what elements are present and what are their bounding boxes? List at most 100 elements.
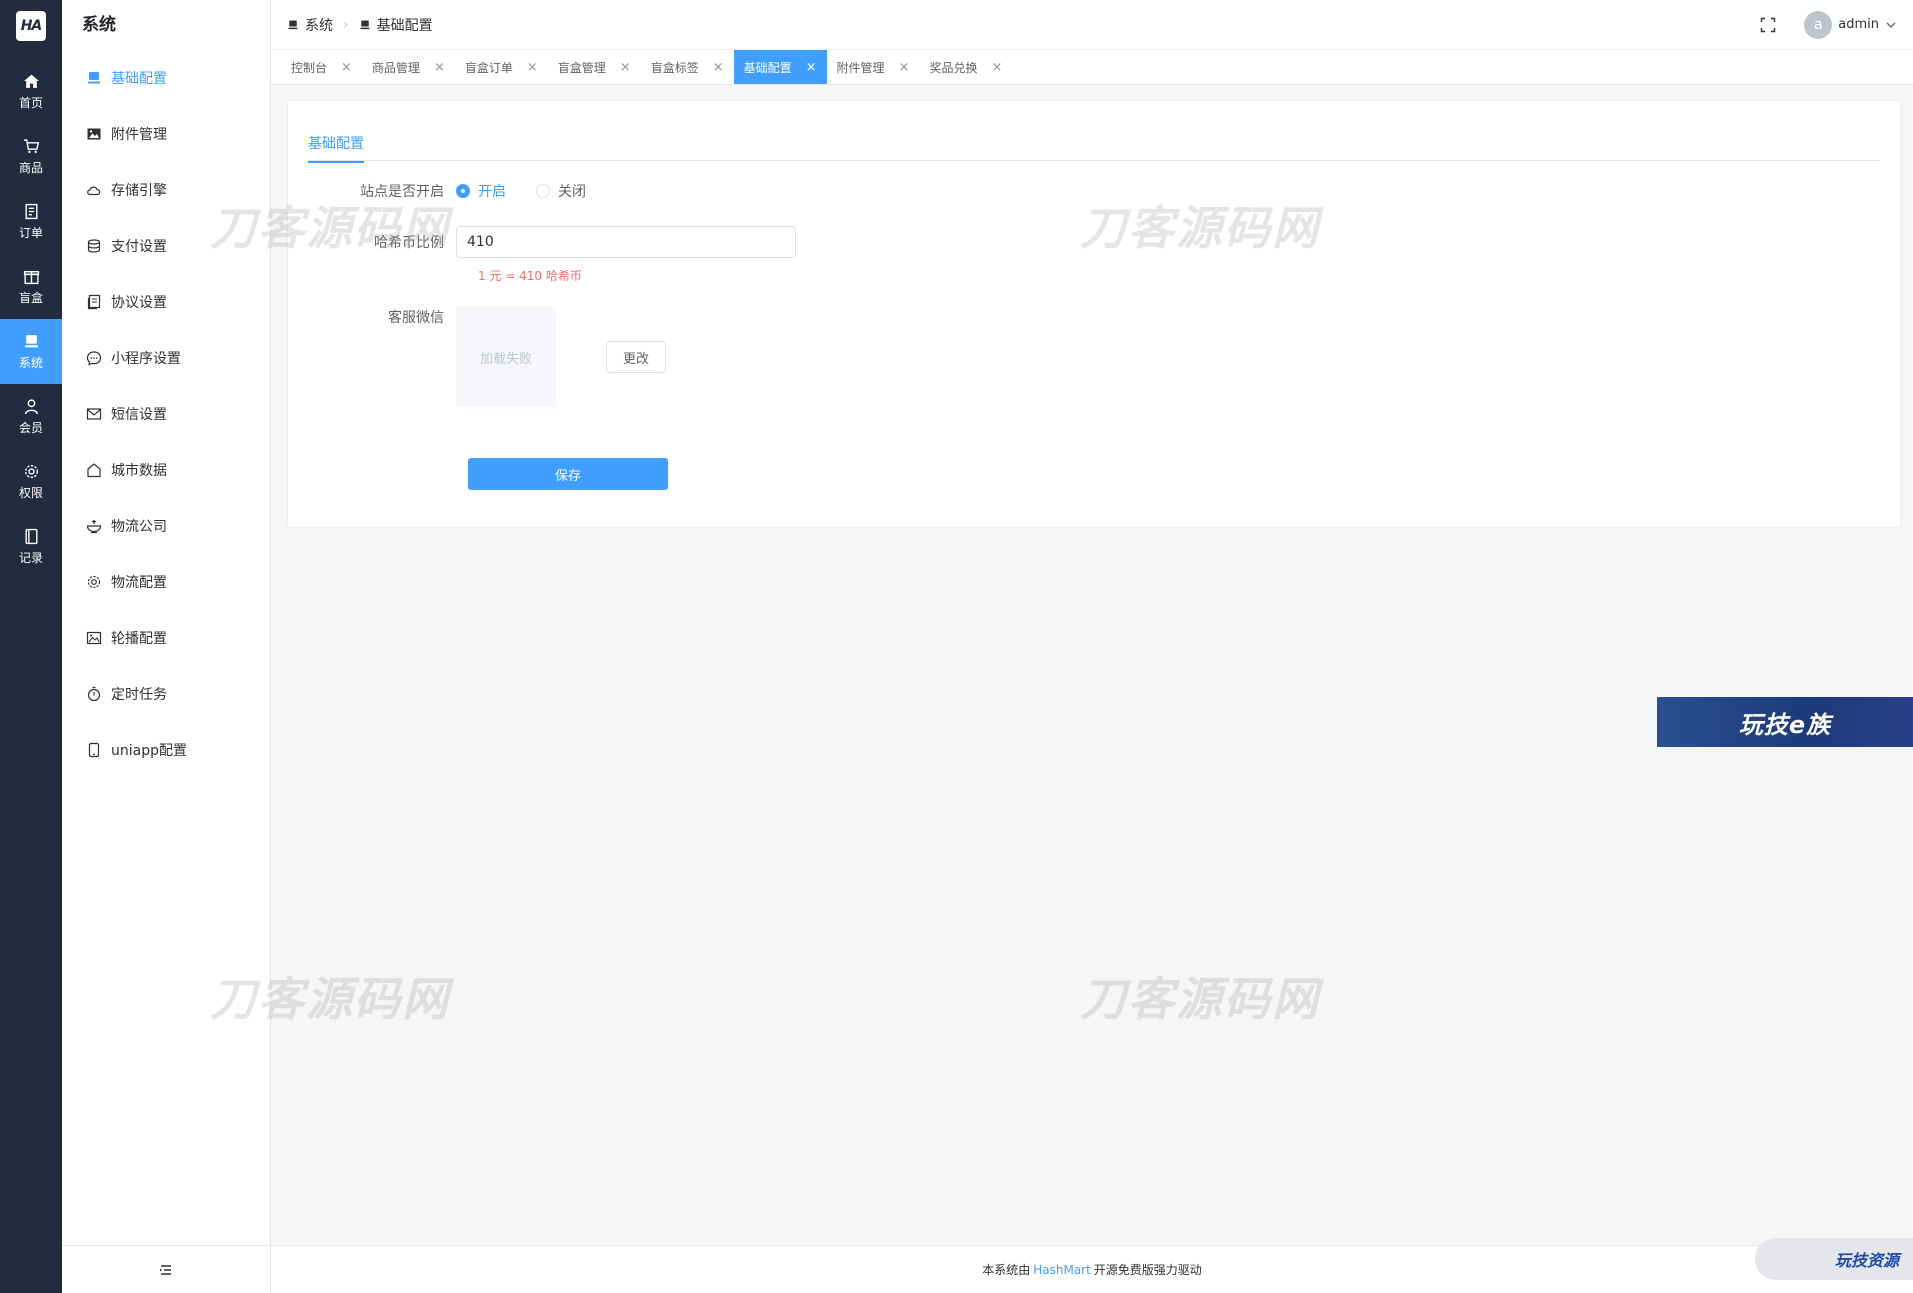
tab-prize-exchange[interactable]: 奖品兑换 × [919,50,1012,84]
close-icon[interactable]: × [527,60,538,75]
monitor-icon [360,20,370,29]
sidebar-item-miniprogram[interactable]: 小程序设置 [62,330,270,386]
sidebar-item-label: 附件管理 [111,127,167,143]
sidebar-title: 系统 [82,15,116,35]
chevron-down-icon[interactable] [1885,19,1897,31]
tab-goods[interactable]: 商品管理 × [362,50,455,84]
save-button[interactable]: 保存 [468,458,668,490]
fullscreen-icon[interactable] [1760,17,1776,33]
breadcrumb-item: 基础配置 [359,15,433,35]
cloud-icon [86,182,102,198]
user-icon [24,398,38,414]
rate-input[interactable] [456,226,796,258]
box-icon [23,270,39,284]
order-icon [24,203,38,219]
rail-item-label: 权限 [18,485,43,500]
sidebar-item-storage[interactable]: 存储引擎 [62,162,270,218]
rail-item-members[interactable]: 会员 [0,384,62,449]
footer-suffix: 开源免费版强力驱动 [1093,1263,1202,1277]
tab-box-tags[interactable]: 盲盒标签 × [641,50,734,84]
rate-hint: 1 元 = 410 哈希币 [478,269,582,283]
sidebar-item-payment[interactable]: 支付设置 [62,218,270,274]
sidebar-item-sms[interactable]: 短信设置 [62,386,270,442]
close-icon[interactable]: × [991,60,1002,75]
footer-link[interactable]: HashMart [1033,1263,1091,1277]
sidebar-item-label: 基础配置 [111,71,167,87]
breadcrumb-item[interactable]: 系统 [287,15,333,35]
close-icon[interactable]: × [713,60,724,75]
page-tabs: 控制台 × 商品管理 × 盲盒订单 × 盲盒管理 × 盲盒标签 × 基础配置 × 附件管理 ×… [271,50,1913,85]
breadcrumb: 系统 › 基础配置 [287,15,433,35]
site-open-radio-off[interactable]: 关闭 [536,181,586,201]
sidebar-item-agreement[interactable]: 协议设置 [62,274,270,330]
tab-label: 盲盒订单 [464,60,513,75]
sidebar-item-attachments[interactable]: 附件管理 [62,106,270,162]
radio-unchecked-icon [536,184,550,198]
change-image-button[interactable]: 更改 [606,341,666,373]
chat-icon [86,350,102,366]
monitor-icon [86,70,102,86]
radio-label: 开启 [478,184,506,200]
sidebar-item-label: 物流公司 [111,519,167,535]
user-name[interactable]: admin [1838,17,1879,32]
breadcrumb-label: 基础配置 [376,17,433,34]
sidebar-item-logistics-config[interactable]: 物流配置 [62,554,270,610]
sidebar-item-city-data[interactable]: 城市数据 [62,442,270,498]
close-icon[interactable]: × [806,60,817,75]
monitor-icon [288,20,298,29]
config-card: 基础配置 站点是否开启 开启 关闭 哈希币比例 1 元 = 410 哈希币 客服… [287,100,1901,528]
rail-item-blindbox[interactable]: 盲盒 [0,254,62,319]
tab-box-manage[interactable]: 盲盒管理 × [548,50,641,84]
record-icon [24,528,38,544]
picture-icon [86,630,102,646]
rail-item-label: 订单 [18,225,43,240]
home-icon [23,74,39,88]
image-icon [86,126,102,142]
card-tab-basic-config[interactable]: 基础配置 [308,133,364,163]
app-logo: HA [16,11,46,41]
tab-dashboard[interactable]: 控制台 × [281,50,362,84]
phone-icon [86,742,102,758]
close-icon[interactable]: × [620,60,631,75]
sidebar-item-scheduled-tasks[interactable]: 定时任务 [62,666,270,722]
close-icon[interactable]: × [899,60,910,75]
rail-item-label: 商品 [18,160,43,175]
card-tabs: 基础配置 [308,121,1880,163]
collapse-sidebar-button[interactable] [62,1245,270,1293]
header-right: a admin [1760,10,1897,39]
tab-label: 基础配置 [743,60,792,75]
gear-icon [86,574,102,590]
watermark-badge: 玩技资源 [1755,1238,1913,1280]
sidebar-item-label: 存储引擎 [111,183,167,199]
document-icon [86,294,102,310]
radio-label: 关闭 [558,184,586,200]
sidebar-item-basic-config[interactable]: 基础配置 [62,50,270,106]
rail-item-orders[interactable]: 订单 [0,189,62,254]
rail-item-system[interactable]: 系统 [0,319,62,384]
rail-item-records[interactable]: 记录 [0,514,62,579]
sidebar-item-label: uniapp配置 [111,743,187,759]
timer-icon [86,686,102,702]
close-icon[interactable]: × [341,60,352,75]
site-open-row: 站点是否开启 开启 关闭 [288,181,616,201]
rail-item-home[interactable]: 首页 [0,59,62,124]
tab-attachments[interactable]: 附件管理 × [827,50,920,84]
sidebar-item-label: 城市数据 [111,463,167,479]
bowl-icon [86,518,102,534]
main-nav-rail: HA 首页 商品 订单 盲盒 系统 会员 权限 记录 [0,0,62,1293]
rail-item-goods[interactable]: 商品 [0,124,62,189]
close-icon[interactable]: × [434,60,445,75]
avatar[interactable]: a [1804,10,1833,39]
sidebar-item-carousel[interactable]: 轮播配置 [62,610,270,666]
tab-basic-config[interactable]: 基础配置 × [733,50,827,84]
house-icon [86,462,102,478]
cart-icon [23,138,39,153]
sidebar-item-label: 轮播配置 [111,631,167,647]
tab-box-orders[interactable]: 盲盒订单 × [455,50,548,84]
rate-row: 哈希币比例 [288,226,796,258]
rail-item-label: 系统 [18,355,43,370]
site-open-radio-on[interactable]: 开启 [456,181,506,201]
sidebar-item-logistics-company[interactable]: 物流公司 [62,498,270,554]
rail-item-permissions[interactable]: 权限 [0,449,62,514]
sidebar-item-uniapp[interactable]: uniapp配置 [62,722,270,778]
